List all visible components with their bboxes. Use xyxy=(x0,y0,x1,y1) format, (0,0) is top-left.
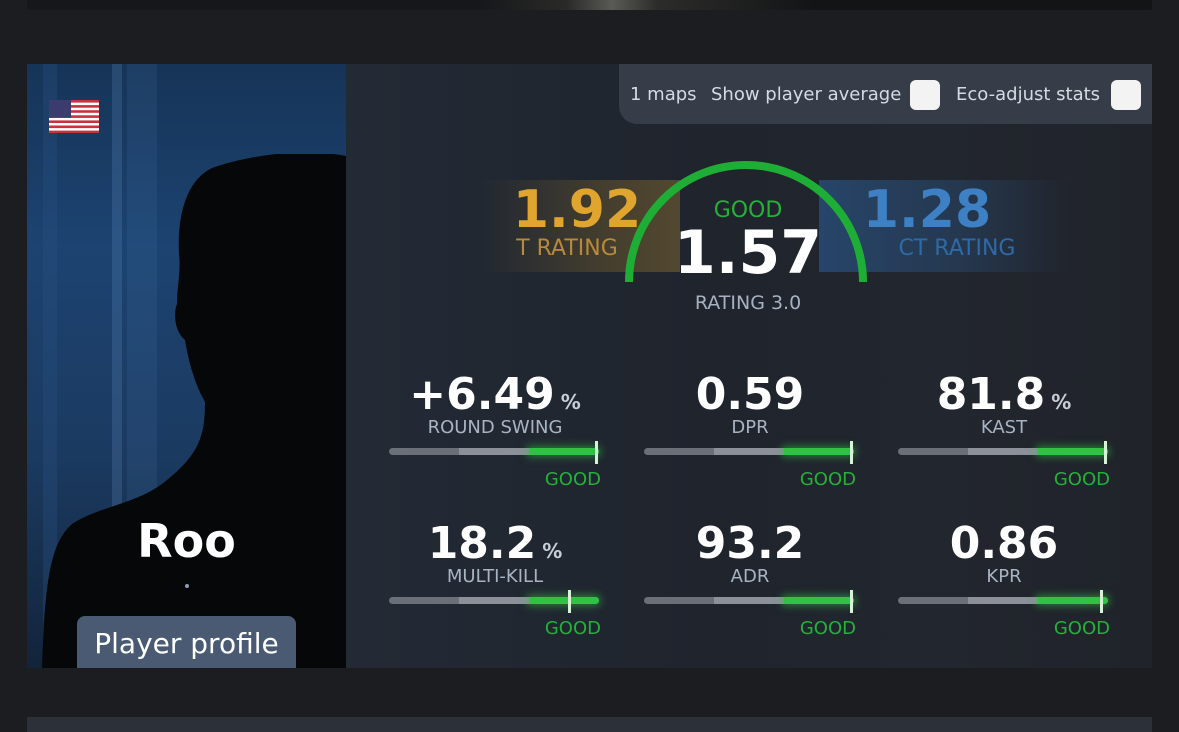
stat-bar xyxy=(644,590,854,613)
player-profile-button[interactable]: Player profile xyxy=(77,616,296,668)
stat-bar-segment xyxy=(968,448,1038,455)
player-name: Roo xyxy=(137,514,236,568)
ct-rating-label: CT RATING xyxy=(898,236,1016,261)
stat-label: MULTI-KILL xyxy=(446,566,544,587)
stat-tile: 0.86 KPR GOOD xyxy=(898,516,1110,646)
player-stats-card: Roo Player profile 1 maps Show player av… xyxy=(27,64,1152,668)
maps-count: 1 maps xyxy=(630,84,697,105)
stat-number: 81.8 xyxy=(936,369,1046,420)
stat-label: DPR xyxy=(731,417,769,438)
stat-tile: +6.49% ROUND SWING GOOD xyxy=(389,367,601,497)
stat-bar-marker xyxy=(568,590,571,613)
stat-bar-marker xyxy=(595,441,598,464)
stat-rating: GOOD xyxy=(799,618,856,639)
stat-bar-segment xyxy=(459,597,529,604)
stat-bar-marker xyxy=(850,441,853,464)
stat-bar xyxy=(389,590,599,613)
stat-rating: GOOD xyxy=(544,618,601,639)
stat-value: 0.86 xyxy=(898,516,1110,572)
player-silhouette xyxy=(42,154,346,668)
stat-label: KPR xyxy=(986,566,1022,587)
stat-bar-marker xyxy=(1100,590,1103,613)
stat-bar-fill xyxy=(1038,448,1108,455)
stat-rating: GOOD xyxy=(1053,618,1110,639)
stat-bar xyxy=(389,441,599,464)
stat-bar-marker xyxy=(1104,441,1107,464)
stat-label: KAST xyxy=(980,417,1028,438)
stat-label: ADR xyxy=(730,566,770,587)
player-panel: Roo Player profile xyxy=(27,64,346,668)
stat-bar-fill xyxy=(784,448,854,455)
show-player-average-label: Show player average xyxy=(711,84,902,105)
rating-label: RATING 3.0 xyxy=(694,292,802,314)
stat-bar-fill xyxy=(784,597,854,604)
stat-bar-fill xyxy=(529,448,599,455)
stat-unit: % xyxy=(560,390,581,414)
stat-value: 0.59 xyxy=(644,367,856,423)
eco-adjust-stats-checkbox[interactable] xyxy=(1111,80,1141,110)
stat-bar-segment xyxy=(459,448,529,455)
stat-bar-fill xyxy=(529,597,599,604)
stat-bar-fill xyxy=(1038,597,1108,604)
us-flag-icon xyxy=(49,100,99,133)
stat-number: 93.2 xyxy=(695,518,805,569)
stat-unit: % xyxy=(1051,390,1072,414)
next-card-strip xyxy=(27,717,1152,732)
stat-rating: GOOD xyxy=(544,469,601,490)
stat-tile: 81.8% KAST GOOD xyxy=(898,367,1110,497)
player-divider-dot xyxy=(185,584,189,588)
stat-bar xyxy=(898,590,1108,613)
stat-bar xyxy=(644,441,854,464)
stat-bar-segment xyxy=(714,597,784,604)
stat-value: 93.2 xyxy=(644,516,856,572)
previous-card-strip xyxy=(27,0,1152,10)
ct-rating-value: 1.28 xyxy=(862,180,992,240)
stat-number: +6.49 xyxy=(409,369,555,420)
stat-rating: GOOD xyxy=(799,469,856,490)
stat-number: 0.59 xyxy=(695,369,805,420)
stat-tile: 18.2% MULTI-KILL GOOD xyxy=(389,516,601,646)
stat-tile: 0.59 DPR GOOD xyxy=(644,367,856,497)
stat-label: ROUND SWING xyxy=(427,417,563,438)
stat-number: 0.86 xyxy=(949,518,1059,569)
stats-controls: 1 maps Show player average Eco-adjust st… xyxy=(619,64,1152,124)
show-player-average-checkbox[interactable] xyxy=(910,80,940,110)
stat-tile: 93.2 ADR GOOD xyxy=(644,516,856,646)
stat-bar xyxy=(898,441,1108,464)
stat-bar-marker xyxy=(850,590,853,613)
stat-rating: GOOD xyxy=(1053,469,1110,490)
rating-value: 1.57 xyxy=(673,218,823,288)
stat-unit: % xyxy=(542,539,563,563)
eco-adjust-stats-label: Eco-adjust stats xyxy=(956,84,1101,105)
stat-number: 18.2 xyxy=(427,518,537,569)
stat-bar-segment xyxy=(714,448,784,455)
stat-bar-segment xyxy=(968,597,1038,604)
